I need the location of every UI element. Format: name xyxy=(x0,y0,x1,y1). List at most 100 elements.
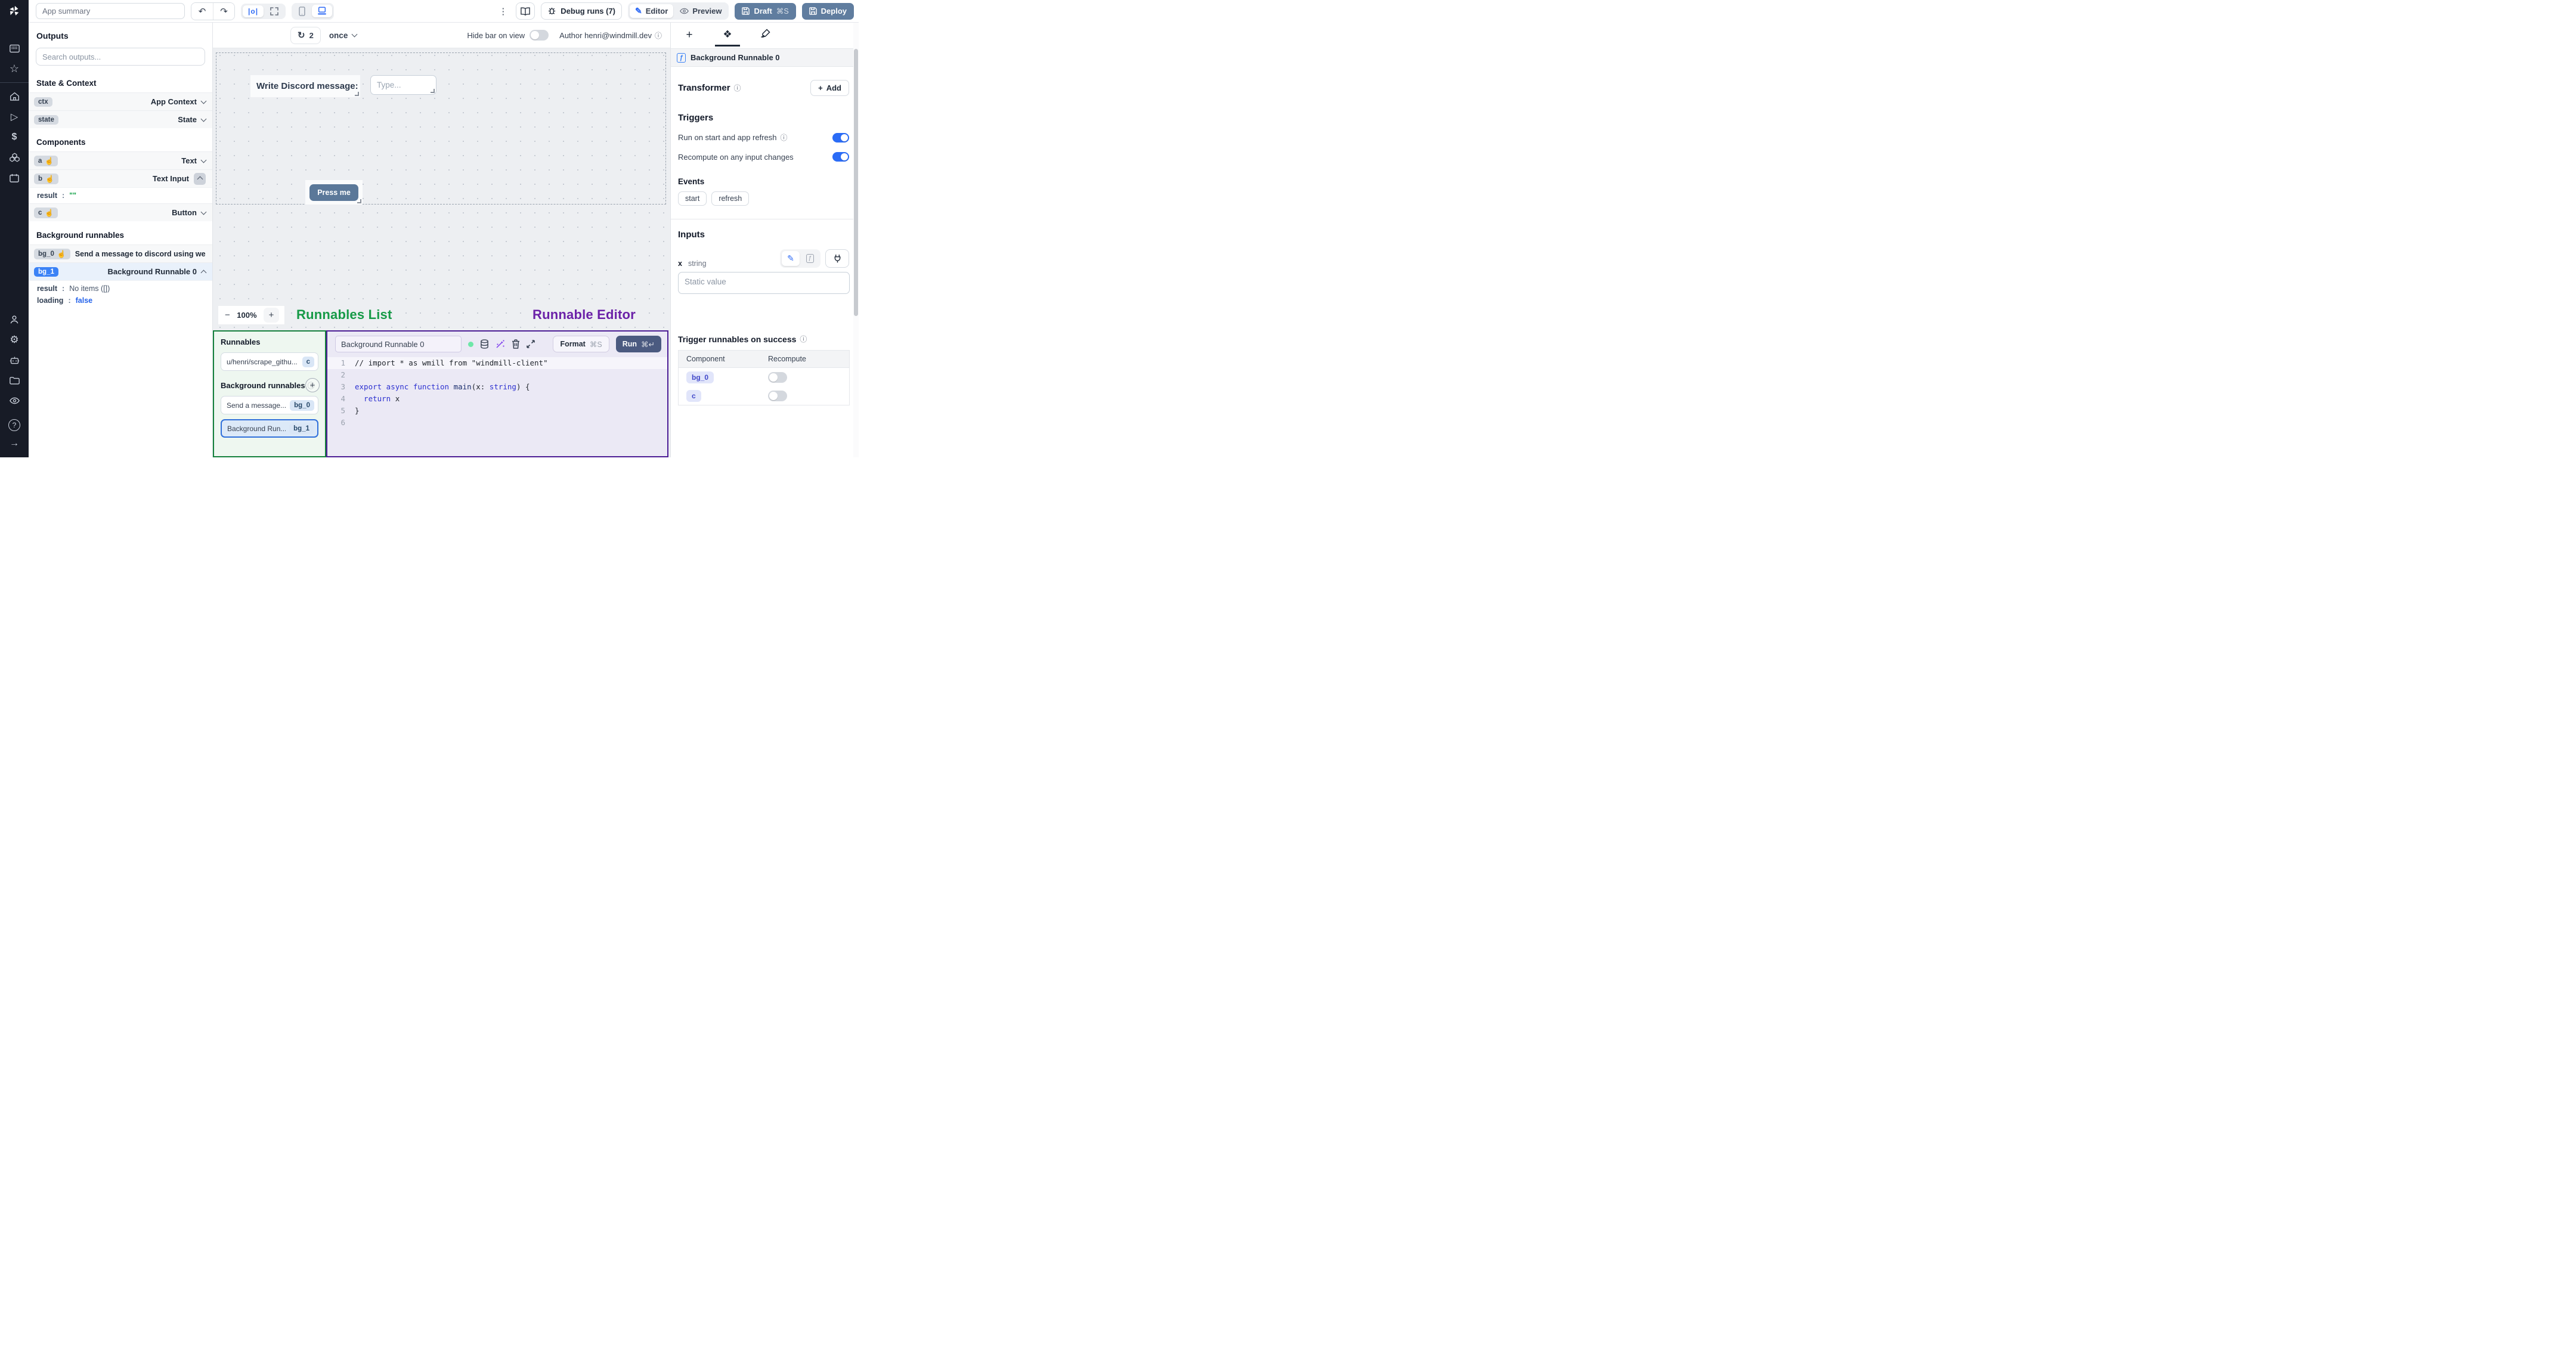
search-outputs-input[interactable] xyxy=(36,48,205,66)
chevron-down-icon[interactable] xyxy=(200,209,207,215)
add-background-runnable-button[interactable]: + xyxy=(305,378,320,392)
debug-runs-button[interactable]: Debug runs (7) xyxy=(541,2,623,20)
code-line[interactable]: 5 } xyxy=(327,405,667,417)
windmill-logo[interactable] xyxy=(0,0,29,23)
audit-eye-icon[interactable] xyxy=(0,391,29,411)
hand-pointer-icon: ☝ xyxy=(45,174,54,183)
workers-robot-icon[interactable] xyxy=(0,350,29,370)
component-badge-bg0[interactable]: bg_0 xyxy=(686,371,714,383)
tab-component-settings[interactable]: ❖ xyxy=(715,29,740,47)
run-button[interactable]: Run ⌘↵ xyxy=(615,336,661,352)
collapse-arrow-icon[interactable]: → xyxy=(0,433,29,454)
fullscreen-button[interactable] xyxy=(265,5,284,17)
static-mode-button[interactable]: ✎ xyxy=(782,251,800,266)
button-component-c[interactable]: Press me xyxy=(305,180,363,205)
chevron-down-icon[interactable] xyxy=(200,98,207,104)
output-row-state[interactable]: state State xyxy=(29,110,212,128)
variables-dollar-icon[interactable]: $ xyxy=(0,127,29,147)
event-pill-start[interactable]: start xyxy=(678,191,707,206)
bg1-loading-row[interactable]: loading: false xyxy=(29,296,212,308)
output-row-ctx[interactable]: ctx App Context xyxy=(29,92,212,110)
code-line[interactable]: 6 xyxy=(327,417,667,429)
output-row-bg0[interactable]: bg_0 ☝ Send a message to discord using we… xyxy=(29,244,212,262)
output-row-b[interactable]: b ☝ Text Input xyxy=(29,169,212,187)
expand-editor-icon[interactable] xyxy=(527,340,535,348)
tab-preview[interactable]: Preview xyxy=(674,5,727,17)
press-me-button[interactable]: Press me xyxy=(309,184,358,201)
result-key: result xyxy=(37,284,58,293)
favorites-star-icon[interactable]: ☆ xyxy=(0,58,29,79)
connect-plug-button[interactable] xyxy=(825,249,849,268)
runnable-item-bg0[interactable]: Send a message... bg_0 xyxy=(221,396,318,414)
tab-insert-component[interactable]: + xyxy=(679,29,699,47)
chevron-down-icon[interactable] xyxy=(200,157,207,163)
eval-mode-button[interactable]: ƒ xyxy=(801,251,819,266)
center-align-button[interactable]: |o| xyxy=(243,5,264,17)
more-menu-kebab-icon[interactable]: ⋮ xyxy=(496,6,510,17)
refresh-count-button[interactable]: ↻ 2 xyxy=(290,26,321,44)
resize-handle[interactable] xyxy=(431,89,435,93)
component-badge-c[interactable]: c xyxy=(686,389,701,402)
undo-button[interactable]: ↶ xyxy=(191,2,213,20)
code-line[interactable]: 2 xyxy=(327,369,667,381)
code-line[interactable]: 4 return x xyxy=(327,393,667,405)
folders-icon[interactable] xyxy=(0,370,29,391)
mobile-view-button[interactable] xyxy=(293,5,311,18)
user-icon[interactable] xyxy=(0,309,29,330)
draft-button[interactable]: Draft ⌘S xyxy=(735,2,796,20)
output-row-a[interactable]: a ☝ Text xyxy=(29,151,212,169)
add-transformer-button[interactable]: + Add xyxy=(810,80,849,96)
bg1-result-row[interactable]: result: No items ([]) xyxy=(29,280,212,296)
chevron-up-icon[interactable] xyxy=(200,270,207,275)
recompute-toggle-c[interactable] xyxy=(768,390,787,401)
text-component-a[interactable]: Write Discord message: xyxy=(250,75,360,97)
settings-gear-icon[interactable]: ⚙ xyxy=(0,330,29,350)
redo-button[interactable]: ↷ xyxy=(213,2,234,20)
schedules-calendar-icon[interactable] xyxy=(0,168,29,188)
scrollbar-track[interactable] xyxy=(853,23,859,457)
output-row-bg1[interactable]: bg_1 Background Runnable 0 xyxy=(29,262,212,280)
apps-icon[interactable] xyxy=(0,38,29,58)
tab-editor[interactable]: ✎ Editor xyxy=(630,4,674,18)
collapse-chevron-button[interactable] xyxy=(194,172,206,185)
recompute-toggle-bg0[interactable] xyxy=(768,371,787,383)
book-icon xyxy=(521,7,531,16)
delete-trash-icon[interactable] xyxy=(512,339,520,349)
cache-database-icon[interactable] xyxy=(480,339,489,349)
b-key: b xyxy=(38,175,43,182)
docs-book-button[interactable] xyxy=(516,2,535,20)
runnable-item-c[interactable]: u/henri/scrape_githu... c xyxy=(221,352,318,371)
b-result-row[interactable]: result: "" xyxy=(29,187,212,203)
format-button[interactable]: Format ⌘S xyxy=(553,336,609,352)
app-summary-input[interactable] xyxy=(36,3,185,19)
textinput-component-b[interactable]: Type... xyxy=(370,75,436,95)
laptop-icon xyxy=(318,7,326,15)
app-canvas[interactable]: Write Discord message: Type... Press me … xyxy=(213,48,670,330)
interval-dropdown[interactable]: once xyxy=(329,31,358,40)
resize-handle[interactable] xyxy=(355,92,359,96)
runnable-item-bg1-selected[interactable]: Background Run... bg_1 xyxy=(221,419,318,438)
runnable-name-input[interactable] xyxy=(335,336,462,352)
resize-handle[interactable] xyxy=(357,199,361,203)
runs-play-icon[interactable]: ▷ xyxy=(0,107,29,127)
tab-styling[interactable] xyxy=(756,29,776,44)
scrollbar-thumb[interactable] xyxy=(854,49,858,316)
resources-cube-icon[interactable] xyxy=(0,147,29,168)
deploy-button[interactable]: Deploy xyxy=(801,2,854,20)
event-pill-refresh[interactable]: refresh xyxy=(711,191,750,206)
recompute-toggle[interactable] xyxy=(832,152,849,162)
ai-magic-wand-icon[interactable] xyxy=(496,339,505,349)
zoom-in-button[interactable]: + xyxy=(263,308,279,323)
code-line[interactable]: 3 export async function main(x: string) … xyxy=(327,381,667,393)
help-icon[interactable]: ? xyxy=(8,419,20,431)
desktop-view-button[interactable] xyxy=(312,5,333,17)
output-row-c[interactable]: c ☝ Button xyxy=(29,203,212,221)
home-icon[interactable] xyxy=(0,86,29,107)
zoom-out-button[interactable]: − xyxy=(225,310,230,320)
code-editor[interactable]: 1 // import * as wmill from "windmill-cl… xyxy=(327,355,667,456)
code-line[interactable]: 1 // import * as wmill from "windmill-cl… xyxy=(327,357,667,369)
chevron-down-icon[interactable] xyxy=(200,116,207,122)
run-on-start-toggle[interactable] xyxy=(832,132,849,143)
static-value-textarea[interactable] xyxy=(678,272,850,294)
hide-bar-toggle[interactable] xyxy=(530,30,549,41)
